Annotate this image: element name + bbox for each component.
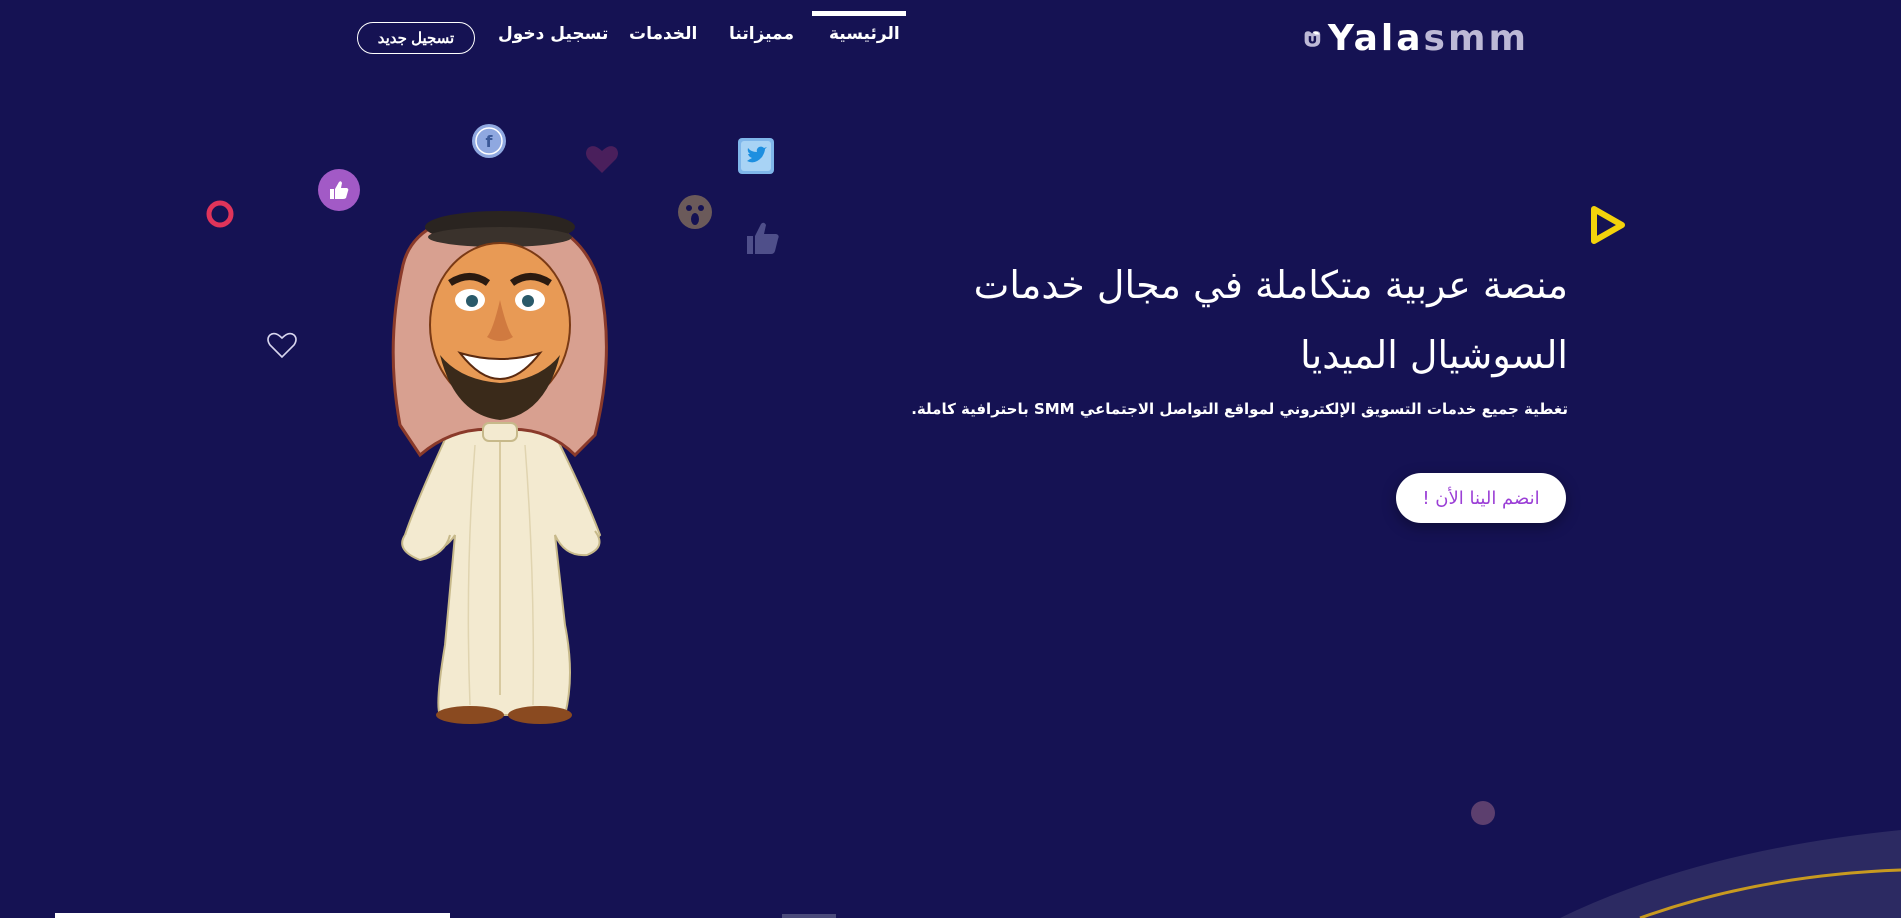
bottom-strip-segment [782, 914, 836, 918]
join-now-button[interactable]: انضم الينا الأن ! [1396, 473, 1566, 523]
hero-title: منصة عربية متكاملة في مجال خدمات السوشيا… [973, 263, 1568, 377]
nav-item-services[interactable]: الخدمات [629, 24, 697, 44]
dot-decoration [1470, 800, 1496, 826]
wow-emoji-icon [677, 194, 713, 230]
nav-item-home[interactable]: الرئيسية [829, 24, 900, 44]
svg-text:f: f [486, 132, 494, 151]
twitter-icon [737, 137, 775, 175]
play-icon [1590, 205, 1626, 245]
thumbs-up-icon [745, 220, 781, 256]
nav-item-features[interactable]: مميزاتنا [729, 24, 794, 44]
hero-subtitle: تغطية جميع خدمات التسويق الإلكتروني لموا… [911, 400, 1568, 418]
nav-active-indicator [812, 11, 906, 16]
facebook-icon: f [471, 123, 507, 159]
arab-character-illustration [375, 205, 630, 730]
ring-icon [205, 199, 235, 229]
main-nav: الرئيسية مميزاتنا الخدمات تسجيل دخول [0, 0, 1901, 78]
thumbs-up-circle-icon [317, 168, 361, 212]
register-button[interactable]: تسجيل جديد [357, 22, 475, 54]
outline-heart-icon [266, 330, 298, 360]
nav-item-login[interactable]: تسجيل دخول [498, 24, 608, 44]
heart-icon [584, 143, 620, 175]
bottom-progress-strip [55, 913, 450, 918]
bottom-wave-decoration [1560, 830, 1901, 918]
